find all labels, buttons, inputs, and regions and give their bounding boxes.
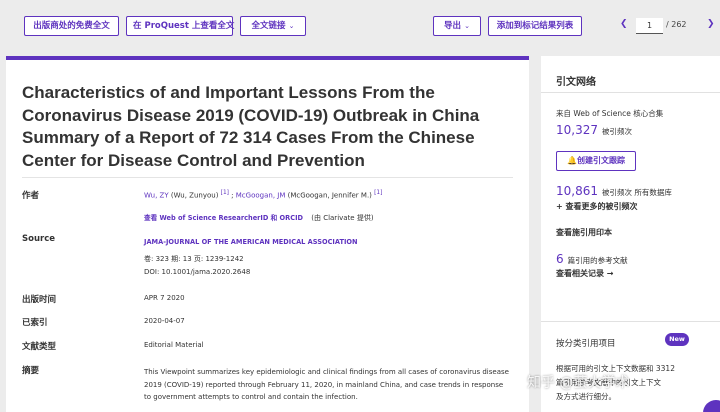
doctype-label: 文献类型: [22, 342, 57, 352]
doi: DOI: 10.1001/jama.2020.2648: [144, 268, 251, 276]
pubdate-label: 出版时间: [22, 295, 57, 305]
record-panel: Characteristics of and Important Lessons…: [6, 56, 529, 412]
add-to-marked-label: 添加到标记结果列表: [496, 21, 574, 31]
source-label: Source: [22, 234, 56, 244]
page-total: / 262: [666, 20, 687, 29]
indexed-label: 已索引: [22, 318, 48, 328]
chevron-down-icon: ⌄: [464, 22, 470, 30]
author-fullname: (McGoogan, Jennifer M.): [287, 191, 372, 200]
chevron-down-icon: ⌄: [288, 22, 295, 30]
view-related-records-link[interactable]: 查看相关记录 →: [556, 268, 614, 279]
author-separator: ;: [231, 191, 234, 200]
article-title: Characteristics of and Important Lessons…: [22, 83, 480, 170]
doctype-value: Editorial Material: [144, 341, 204, 349]
citation-network-panel: 引文网络 来自 Web of Science 核心合集 10,327 被引频次 🔔…: [541, 56, 720, 412]
author-fullname: (Wu, Zunyou): [170, 191, 219, 200]
references-count[interactable]: 6: [556, 252, 564, 266]
proquest-label: 在 ProQuest 上查看全文: [133, 21, 235, 31]
times-cited-count[interactable]: 10,327: [556, 123, 598, 137]
classify-citations-heading: 按分类引用项目: [556, 339, 616, 349]
bell-icon: 🔔: [567, 156, 577, 165]
fulltext-links-label: 全文链接: [251, 21, 286, 31]
watermark: 知乎 @萤火学术: [527, 375, 630, 391]
authors-label: 作者: [22, 191, 40, 201]
export-button[interactable]: 导出 ⌄: [433, 16, 481, 36]
author-affiliation-ref[interactable]: [1]: [374, 190, 382, 196]
all-db-label: 被引频次 所有数据库: [602, 188, 672, 197]
proquest-button[interactable]: 在 ProQuest 上查看全文: [126, 16, 235, 36]
all-db-count[interactable]: 10,861: [556, 184, 598, 198]
author-link[interactable]: Wu, ZY: [144, 191, 169, 199]
page-number-input[interactable]: [636, 18, 663, 34]
abstract-label: 摘要: [22, 366, 40, 376]
next-page-icon[interactable]: ❯: [707, 19, 715, 29]
toolbar: 出版商处的免费全文 在 ProQuest 上查看全文 全文链接 ⌄ 导出 ⌄ 添加到…: [0, 0, 720, 52]
create-alert-label: 创建引文跟踪: [576, 156, 625, 165]
fulltext-links-button[interactable]: 全文链接 ⌄: [240, 16, 306, 36]
free-fulltext-button[interactable]: 出版商处的免费全文: [24, 16, 119, 36]
abstract-text: This Viewpoint summarizes key epidemiolo…: [144, 368, 509, 401]
clarivate-note: (由 Clarivate 提供): [311, 214, 374, 222]
authors-value: Wu, ZY (Wu, Zunyou) [1] ; McGoogan, JM (…: [144, 190, 382, 199]
researcher-id-row: 查看 Web of Science ResearcherID 和 ORCID (…: [144, 212, 374, 223]
see-more-cited-link[interactable]: + 查看更多的被引频次: [556, 201, 638, 212]
add-to-marked-list-button[interactable]: 添加到标记结果列表: [488, 16, 582, 36]
divider: [541, 321, 720, 322]
view-citing-preprints-link[interactable]: 查看施引用印本: [556, 227, 612, 238]
create-citation-alert-button[interactable]: 🔔创建引文跟踪: [556, 151, 636, 171]
free-fulltext-label: 出版商处的免费全文: [33, 21, 110, 31]
researcher-id-link[interactable]: 查看 Web of Science ResearcherID 和 ORCID: [144, 214, 303, 222]
author-affiliation-ref[interactable]: [1]: [221, 190, 229, 196]
author-link[interactable]: McGoogan, JM: [236, 191, 286, 199]
all-database-cited: 10,861 被引频次 所有数据库: [556, 184, 672, 198]
cited-references: 6 篇引用的参考文献: [556, 252, 628, 266]
volume-issue-pages: 卷: 323 期: 13 页: 1239-1242: [144, 255, 244, 263]
citation-network-heading: 引文网络: [556, 77, 596, 88]
times-cited-label: 被引频次: [602, 127, 632, 136]
indexed-value: 2020-04-07: [144, 317, 185, 325]
previous-page-icon[interactable]: ❮: [620, 19, 628, 29]
pubdate-value: APR 7 2020: [144, 294, 185, 302]
export-label: 导出: [444, 21, 462, 31]
divider: [541, 92, 720, 93]
wos-core-collection-label: 来自 Web of Science 核心合集: [556, 109, 664, 118]
classify-description-line: 及方式进行细分。: [556, 392, 616, 401]
new-badge: New: [665, 333, 689, 346]
times-cited: 10,327 被引频次: [556, 123, 632, 137]
divider: [22, 177, 513, 178]
references-label: 篇引用的参考文献: [567, 256, 628, 265]
journal-link[interactable]: JAMA-JOURNAL OF THE AMERICAN MEDICAL ASS…: [144, 238, 358, 246]
